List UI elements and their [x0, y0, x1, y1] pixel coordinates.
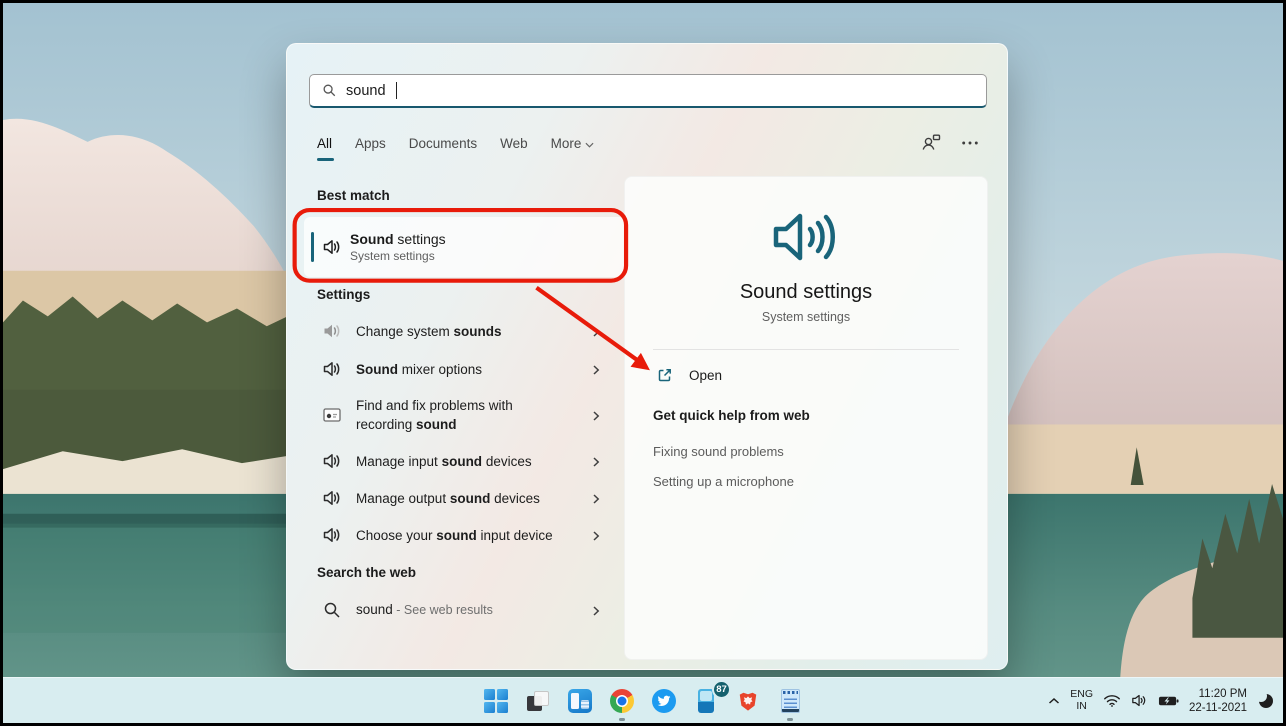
search-query-text: sound: [346, 83, 386, 99]
preview-title: Sound settings: [625, 281, 987, 304]
web-result-label: sound - See web results: [356, 600, 493, 620]
quick-help-header: Get quick help from web: [653, 408, 810, 423]
best-match-subtitle: System settings: [350, 249, 446, 263]
tab-documents[interactable]: Documents: [409, 136, 477, 151]
account-icon[interactable]: [920, 132, 942, 154]
taskbar-task-view-icon[interactable]: [525, 688, 551, 714]
taskbar-notepad-icon[interactable]: [777, 688, 803, 714]
settings-section-header: Settings: [317, 287, 370, 302]
settings-item-label: Choose your sound input device: [356, 526, 553, 545]
taskbar-twitter-icon[interactable]: [651, 688, 677, 714]
settings-item-label: Manage input sound devices: [356, 452, 532, 471]
settings-item-label: Sound mixer options: [356, 360, 482, 379]
volume-icon[interactable]: [1131, 693, 1148, 708]
tab-more[interactable]: More: [551, 136, 595, 151]
help-link[interactable]: Setting up a microphone: [653, 474, 794, 489]
chevron-right-icon: [590, 604, 602, 616]
speaker-icon: [322, 451, 342, 471]
speaker-icon: [322, 525, 342, 545]
tab-apps[interactable]: Apps: [355, 136, 386, 151]
phone-battery-badge: 87: [712, 680, 731, 699]
taskbar: 87 ENGIN: [3, 677, 1283, 723]
moon-icon[interactable]: [1259, 694, 1273, 708]
search-icon: [322, 600, 342, 620]
settings-item[interactable]: Manage input sound devices: [322, 449, 612, 473]
taskbar-brave-icon[interactable]: [735, 688, 761, 714]
web-result-item[interactable]: sound - See web results: [322, 598, 612, 622]
best-match-header: Best match: [317, 188, 390, 203]
running-indicator: [619, 718, 625, 721]
text-caret: [396, 82, 398, 99]
help-link[interactable]: Fixing sound problems: [653, 444, 784, 459]
speaker-icon: [322, 359, 342, 379]
divider: [653, 349, 959, 350]
search-web-header: Search the web: [317, 565, 416, 580]
settings-item-label: Find and fix problems with recording sou…: [356, 396, 551, 434]
settings-item[interactable]: Manage output sound devices: [322, 486, 612, 510]
settings-item[interactable]: Find and fix problems with recording sou…: [322, 393, 612, 437]
taskbar-widgets-icon[interactable]: [567, 688, 593, 714]
taskbar-your-phone-icon[interactable]: 87: [693, 688, 719, 714]
preview-subtitle: System settings: [625, 310, 987, 324]
chevron-right-icon: [590, 409, 602, 421]
troubleshoot-icon: [322, 405, 342, 425]
speaker-icon: [322, 237, 342, 257]
chevron-down-icon: [585, 136, 594, 151]
search-filter-tabs: All Apps Documents Web More: [317, 136, 594, 151]
settings-item-label: Change system sounds: [356, 322, 502, 341]
settings-item[interactable]: Choose your sound input device: [322, 523, 612, 547]
screenshot-frame: sound All Apps Documents Web More: [0, 0, 1286, 726]
open-label: Open: [689, 368, 722, 383]
taskbar-start-icon[interactable]: [483, 688, 509, 714]
chevron-right-icon: [590, 455, 602, 467]
wifi-icon[interactable]: [1103, 693, 1121, 708]
speaker-gray-icon: [322, 321, 342, 341]
best-match-item[interactable]: Sound settings System settings: [304, 217, 626, 277]
open-action[interactable]: Open: [657, 367, 722, 383]
sound-settings-icon: [625, 205, 987, 269]
running-indicator: [787, 718, 793, 721]
taskbar-chrome-icon[interactable]: [609, 688, 635, 714]
system-tray: ENGIN: [1048, 678, 1273, 723]
preview-pane: Sound settings System settings Open Get …: [624, 176, 988, 660]
settings-item[interactable]: Change system sounds: [322, 319, 612, 343]
tray-chevron-up-icon[interactable]: [1048, 697, 1060, 705]
best-match-title: Sound settings: [350, 231, 446, 247]
open-external-icon: [657, 367, 673, 383]
clock[interactable]: 11:20 PM22-11-2021: [1189, 687, 1247, 715]
chevron-right-icon: [590, 529, 602, 541]
settings-item-label: Manage output sound devices: [356, 489, 540, 508]
search-flyout: sound All Apps Documents Web More: [286, 43, 1008, 670]
search-input[interactable]: sound: [309, 74, 987, 108]
chevron-right-icon: [590, 492, 602, 504]
search-icon: [322, 83, 337, 98]
tab-web[interactable]: Web: [500, 136, 528, 151]
battery-charging-icon[interactable]: [1158, 695, 1179, 707]
tab-all[interactable]: All: [317, 136, 332, 151]
language-indicator[interactable]: ENGIN: [1070, 689, 1093, 712]
more-options-icon[interactable]: [961, 140, 979, 146]
selection-accent-bar: [311, 232, 314, 262]
chevron-right-icon: [590, 363, 602, 375]
settings-item[interactable]: Sound mixer options: [322, 357, 612, 381]
chevron-right-icon: [590, 325, 602, 337]
active-tab-underline: [317, 158, 334, 161]
taskbar-icons: 87: [483, 688, 803, 714]
speaker-icon: [322, 488, 342, 508]
